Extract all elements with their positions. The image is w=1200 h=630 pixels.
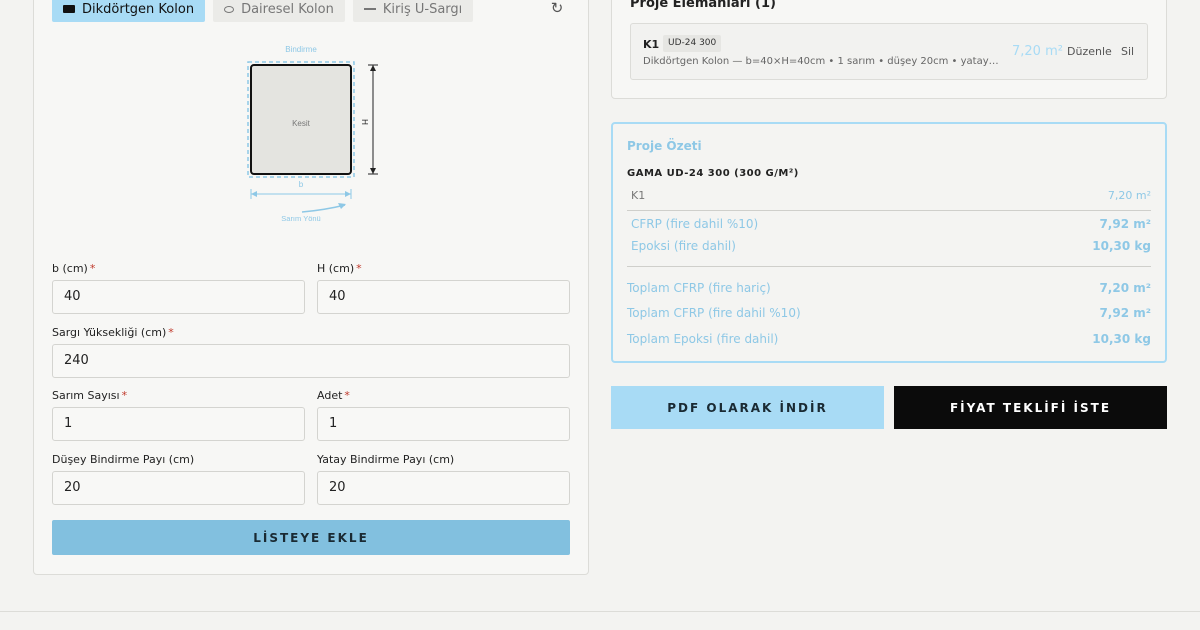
summary-row-value: 10,30 kg <box>1092 239 1151 253</box>
quantity-label: Adet * <box>317 389 350 402</box>
element-description: Dikdörtgen Kolon — b=40×H=40cm • 1 sarım… <box>643 56 1001 67</box>
tab-circular-column[interactable]: Dairesel Kolon <box>213 0 345 22</box>
required-mark: * <box>344 389 350 402</box>
summary-row-label: K1 <box>631 189 646 202</box>
wrap-count-label-text: Sarım Sayısı <box>52 389 120 402</box>
required-mark: * <box>121 389 128 402</box>
element-area: 7,20 m² <box>1012 44 1063 59</box>
tab-label: Dairesel Kolon <box>241 1 334 17</box>
required-mark: * <box>356 262 362 275</box>
tab-beam-u-wrap[interactable]: Kiriş U-Sargı <box>352 0 474 22</box>
add-to-list-button[interactable]: LİSTEYE EKLE <box>52 520 570 555</box>
b-label: b (cm) * <box>52 262 95 275</box>
horizontal-overlap-input[interactable]: 20 <box>317 471 570 505</box>
required-mark: * <box>89 262 96 275</box>
tab-label: Kiriş U-Sargı <box>382 1 463 17</box>
width-label: b <box>299 180 304 189</box>
required-mark: * <box>168 326 174 339</box>
summary-product: GAMA UD-24 300 (300 G/M²) <box>627 168 799 179</box>
summary-total-label: Toplam CFRP (fire hariç) <box>627 281 771 295</box>
wrap-height-label: Sargı Yüksekliği (cm) * <box>52 326 174 339</box>
rectangle-icon <box>63 5 75 13</box>
product-badge: UD-24 300 <box>663 35 722 52</box>
list-item: K1 UD-24 300 Dikdörtgen Kolon — b=40×H=4… <box>630 23 1148 80</box>
wrap-height-input[interactable]: 240 <box>52 344 570 378</box>
summary-row-value: 7,20 m² <box>1107 189 1151 202</box>
summary-row-value: 7,92 m² <box>1099 217 1151 231</box>
wrap-height-label-text: Sargı Yüksekliği (cm) <box>52 326 167 339</box>
ellipse-icon <box>224 5 235 13</box>
summary-total-value: 10,30 kg <box>1092 332 1151 346</box>
project-elements-title: Proje Elemanları (1) <box>630 0 776 11</box>
line-icon <box>363 8 376 10</box>
element-type-tabs: Dikdörtgen Kolon Dairesel Kolon Kiriş U-… <box>52 0 474 22</box>
edit-button[interactable]: Düzenle <box>1067 45 1112 58</box>
section-label: Kesit <box>292 119 311 128</box>
delete-button[interactable]: Sil <box>1121 45 1134 58</box>
height-arrow-up-icon <box>370 65 376 71</box>
h-label-text: H (cm) <box>317 262 355 275</box>
h-input[interactable]: 40 <box>317 280 570 314</box>
wrap-count-label: Sarım Sayısı * <box>52 389 127 402</box>
width-arrow-left-icon <box>251 191 257 197</box>
wrap-direction-arrow <box>301 204 346 213</box>
summary-row-label: CFRP (fire dahil %10) <box>631 217 759 231</box>
summary-divider <box>627 266 1151 267</box>
section-diagram: Bindirme Kesit H b Sarım Yönü <box>247 45 378 223</box>
wrap-count-input[interactable]: 1 <box>52 407 305 441</box>
height-label: H <box>360 119 369 125</box>
summary-row-label: Epoksi (fire dahil) <box>631 239 736 253</box>
summary-total-value: 7,20 m² <box>1099 281 1151 295</box>
summary-title: Proje Özeti <box>627 139 702 153</box>
vertical-overlap-input[interactable]: 20 <box>52 471 305 505</box>
summary-divider <box>627 210 1151 211</box>
height-arrow-down-icon <box>370 168 376 174</box>
b-input[interactable]: 40 <box>52 280 305 314</box>
width-arrow-right-icon <box>345 191 351 197</box>
vertical-overlap-label: Düşey Bindirme Payı (cm) <box>52 453 195 466</box>
download-pdf-button[interactable]: PDF OLARAK İNDİR <box>611 386 884 429</box>
summary-total-label: Toplam CFRP (fire dahil %10) <box>627 306 801 320</box>
quantity-input[interactable]: 1 <box>317 407 570 441</box>
summary-total-value: 7,92 m² <box>1099 306 1151 320</box>
refresh-icon[interactable]: ↻ <box>549 0 565 16</box>
element-id: K1 <box>643 38 660 51</box>
tab-rectangular-column[interactable]: Dikdörtgen Kolon <box>52 0 206 22</box>
wrap-direction-label: Sarım Yönü <box>281 214 320 223</box>
request-quote-button[interactable]: FİYAT TEKLİFİ İSTE <box>894 386 1167 429</box>
h-label: H (cm) * <box>317 262 362 275</box>
quantity-label-text: Adet <box>317 389 343 402</box>
summary-total-label: Toplam Epoksi (fire dahil) <box>627 332 779 346</box>
horizontal-overlap-label: Yatay Bindirme Payı (cm) <box>317 453 455 466</box>
tab-label: Dikdörtgen Kolon <box>82 1 195 17</box>
overlap-label: Bindirme <box>285 45 317 54</box>
footer-divider <box>0 611 1200 612</box>
b-label-text: b (cm) <box>52 262 88 275</box>
